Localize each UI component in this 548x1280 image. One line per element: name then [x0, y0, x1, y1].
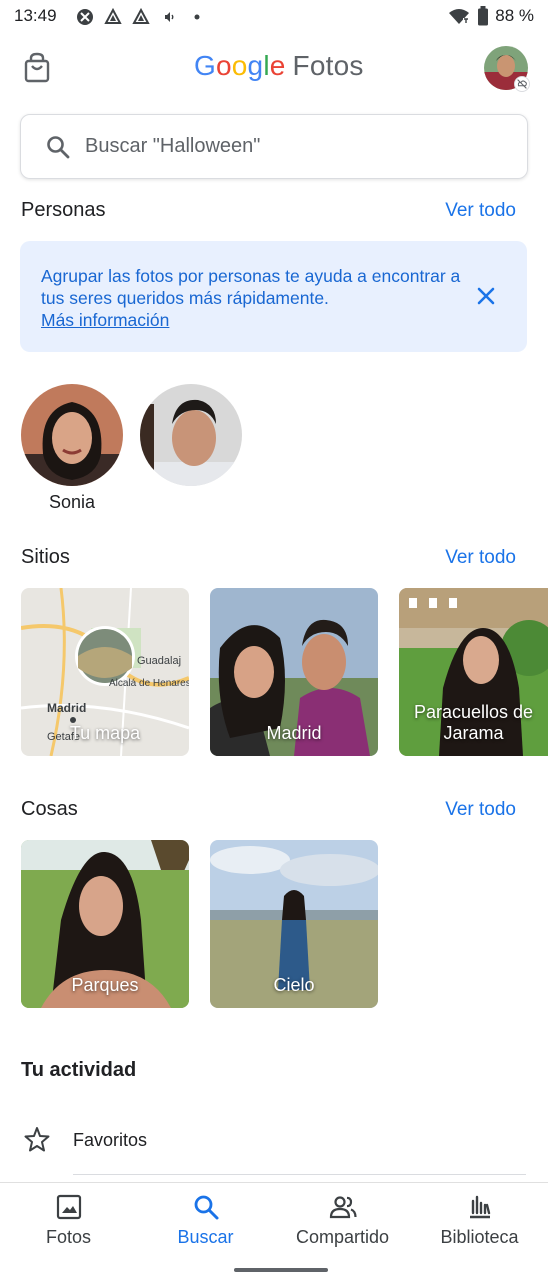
nav-label: Buscar	[177, 1227, 234, 1247]
product-name: Fotos	[292, 50, 364, 81]
close-icon[interactable]	[475, 285, 497, 307]
person-thumbnail[interactable]	[21, 384, 123, 486]
google-photos-logo: G o o g l e Fotos	[194, 50, 364, 82]
logo-letter: o	[231, 50, 248, 81]
search-placeholder: Buscar "Halloween"	[85, 135, 261, 157]
logo-letter: e	[269, 50, 286, 81]
favorites-label: Favoritos	[73, 1130, 148, 1150]
nav-label: Fotos	[45, 1227, 92, 1247]
people-see-all-link[interactable]: Ver todo	[445, 200, 516, 222]
map-label: Guadalaj	[137, 655, 181, 667]
app-notification-icon	[77, 9, 93, 25]
status-right: 88 %	[447, 6, 534, 26]
people-section-title: Personas	[21, 199, 106, 221]
nav-tab-fotos[interactable]: Fotos	[0, 1193, 137, 1263]
thing-card-parques[interactable]: Parques	[21, 840, 189, 1008]
things-section-title: Cosas	[21, 798, 78, 820]
thing-card-cielo[interactable]: Cielo	[210, 840, 378, 1008]
banner-learn-more-link[interactable]: Más información	[41, 309, 471, 331]
person-thumbnail[interactable]	[140, 384, 242, 486]
place-label: Madrid	[266, 723, 322, 743]
nav-tab-buscar[interactable]: Buscar	[137, 1193, 274, 1263]
wifi-icon	[449, 9, 470, 24]
places-see-all-link[interactable]: Ver todo	[445, 547, 516, 569]
volume-icon	[165, 12, 174, 22]
battery-percent: 88 %	[495, 6, 534, 25]
search-icon	[194, 1195, 218, 1220]
nav-tab-biblioteca[interactable]: Biblioteca	[411, 1193, 548, 1263]
app-bar: G o o g l e Fotos	[0, 40, 548, 96]
status-time: 13:49	[14, 6, 57, 25]
photo-icon	[56, 1194, 81, 1220]
search-bar[interactable]: Buscar "Halloween"	[20, 114, 528, 179]
people-info-banner: Agrupar las fotos por personas te ayuda …	[20, 241, 527, 352]
dot-icon	[194, 14, 200, 20]
drive-notification-icon	[104, 8, 122, 24]
people-icon	[329, 1196, 357, 1219]
logo-letter: o	[215, 50, 232, 81]
map-label: Madrid	[47, 701, 86, 715]
search-icon	[47, 135, 70, 158]
star-icon	[24, 1127, 50, 1152]
library-icon	[469, 1195, 490, 1219]
home-indicator[interactable]	[234, 1268, 328, 1272]
map-label: Alcalá de Henares	[109, 678, 189, 689]
person-name: Sonia	[48, 492, 96, 512]
place-card-madrid[interactable]: Madrid	[210, 588, 378, 756]
divider	[73, 1174, 526, 1175]
place-label: Paracuellos de Jarama	[413, 702, 534, 743]
banner-text-block: Agrupar las fotos por personas te ayuda …	[41, 265, 471, 331]
place-label: Tu mapa	[69, 723, 141, 743]
backup-off-icon	[514, 76, 530, 92]
shopping-bag-icon[interactable]	[22, 52, 52, 84]
drive-notification-icon-2	[132, 8, 150, 24]
thing-label: Parques	[71, 975, 139, 995]
status-notification-icons	[76, 8, 206, 26]
bottom-navigation: Fotos Buscar Compartido Biblioteca	[0, 1182, 548, 1280]
logo-letter: G	[194, 50, 216, 81]
favorites-row[interactable]: Favoritos	[0, 1116, 548, 1166]
activity-section-title: Tu actividad	[21, 1059, 137, 1081]
nav-label: Compartido	[295, 1227, 390, 1247]
battery-icon	[478, 6, 489, 26]
status-bar: 13:49 88 %	[0, 0, 548, 34]
thing-label: Cielo	[273, 975, 315, 995]
things-see-all-link[interactable]: Ver todo	[445, 799, 516, 821]
place-card-map[interactable]: Guadalaj Alcalá de Henares Madrid Getafe…	[21, 588, 189, 756]
places-section-title: Sitios	[21, 546, 70, 568]
nav-label: Biblioteca	[440, 1227, 519, 1247]
nav-tab-compartido[interactable]: Compartido	[274, 1193, 411, 1263]
logo-letter: g	[247, 50, 264, 81]
place-card-paracuellos[interactable]: Paracuellos de Jarama	[399, 588, 548, 756]
banner-message: Agrupar las fotos por personas te ayuda …	[41, 266, 461, 308]
